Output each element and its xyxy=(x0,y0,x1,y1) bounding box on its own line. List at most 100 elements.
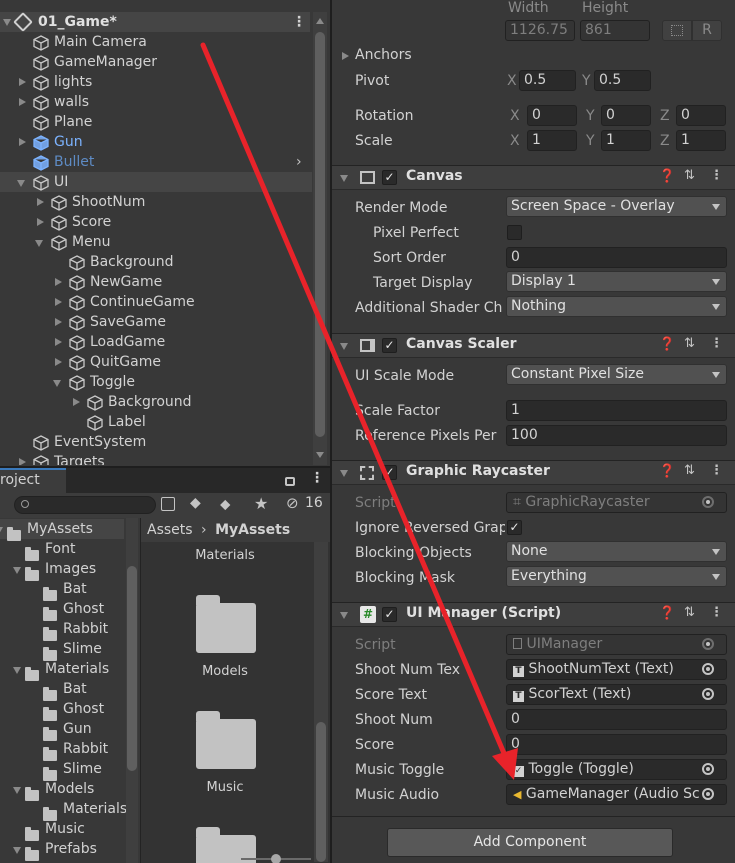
height-field[interactable]: 861 xyxy=(580,20,650,41)
scale-y-field[interactable]: 1 xyxy=(601,130,651,151)
canvas-enabled-checkbox[interactable]: ✓ xyxy=(382,170,397,185)
hierarchy-item[interactable]: Targets xyxy=(0,452,312,465)
project-folder-item[interactable]: Materials xyxy=(0,799,127,821)
breadcrumb-myassets[interactable]: MyAssets xyxy=(215,522,290,538)
scroll-up-icon[interactable] xyxy=(316,18,324,24)
hierarchy-item[interactable]: Gun xyxy=(0,132,312,152)
slider-knob[interactable] xyxy=(271,854,281,863)
pixel-perfect-checkbox[interactable] xyxy=(507,225,522,240)
tree-scroll-thumb[interactable] xyxy=(127,566,137,771)
search-field[interactable] xyxy=(33,498,151,512)
scene-collapse-icon[interactable] xyxy=(3,19,11,26)
hierarchy-item[interactable]: Bullet › xyxy=(0,152,312,172)
hierarchy-item[interactable]: Main Camera xyxy=(0,32,312,52)
blueprint-mode-button[interactable] xyxy=(662,20,692,41)
uimanager-enabled-checkbox[interactable]: ✓ xyxy=(382,607,397,622)
expand-icon[interactable] xyxy=(19,138,26,146)
grid-item-label[interactable]: Music xyxy=(141,780,309,795)
expand-icon[interactable] xyxy=(37,198,44,206)
collapse-icon[interactable] xyxy=(13,787,21,794)
project-folder-item[interactable]: Ghost xyxy=(0,599,124,621)
scaler-enabled-checkbox[interactable]: ✓ xyxy=(382,338,397,353)
raycaster-header[interactable]: ✓ Graphic Raycaster ❓ ⇅ ⋮ xyxy=(332,460,735,485)
presets-icon[interactable]: ⇅ xyxy=(684,463,695,478)
collapse-icon[interactable] xyxy=(13,567,21,574)
hierarchy-item[interactable]: GameManager xyxy=(0,52,312,72)
help-icon[interactable]: ❓ xyxy=(659,606,675,621)
presets-icon[interactable]: ⇅ xyxy=(684,336,695,351)
hierarchy-item[interactable]: Label xyxy=(0,412,312,432)
folder-icon[interactable] xyxy=(196,595,256,653)
canvas-scaler-header[interactable]: ✓ Canvas Scaler ❓ ⇅ ⋮ xyxy=(332,333,735,358)
hierarchy-item[interactable]: Score xyxy=(0,212,312,232)
hidden-packages-icon[interactable]: ⊘ xyxy=(286,494,299,512)
render-mode-dropdown[interactable]: Screen Space - Overlay xyxy=(506,196,727,217)
search-input[interactable] xyxy=(14,496,156,514)
canvas-component-header[interactable]: ✓ Canvas ❓ ⇅ ⋮ xyxy=(332,165,735,190)
hierarchy-scrollbar[interactable] xyxy=(313,12,327,465)
expand-icon[interactable] xyxy=(19,98,26,106)
grid-item-label[interactable]: Materials xyxy=(141,548,309,563)
component-menu-icon[interactable]: ⋮ xyxy=(710,463,723,478)
rotation-x-field[interactable]: 0 xyxy=(527,105,577,126)
scroll-down-icon[interactable] xyxy=(316,452,324,458)
project-folder-item[interactable]: Materials xyxy=(0,659,124,681)
canvas-foldout-icon[interactable] xyxy=(340,175,348,182)
collapse-icon[interactable] xyxy=(53,380,61,387)
pivot-x-field[interactable]: 0.5 xyxy=(519,70,576,91)
grid-item-label[interactable]: Models xyxy=(141,664,309,679)
scene-menu-icon[interactable]: ⋮ xyxy=(292,12,306,32)
presets-icon[interactable]: ⇅ xyxy=(684,168,695,183)
component-menu-icon[interactable]: ⋮ xyxy=(710,605,723,620)
project-folder-item[interactable]: Bat xyxy=(0,579,124,601)
object-picker-icon[interactable] xyxy=(702,763,714,775)
hierarchy-item[interactable]: QuitGame xyxy=(0,352,312,372)
raycaster-enabled-checkbox[interactable]: ✓ xyxy=(382,465,397,480)
raycaster-foldout-icon[interactable] xyxy=(340,470,348,477)
expand-icon[interactable] xyxy=(37,218,44,226)
presets-icon[interactable]: ⇅ xyxy=(684,605,695,620)
expand-icon[interactable] xyxy=(55,358,62,366)
uimanager-foldout-icon[interactable] xyxy=(340,612,348,619)
help-icon[interactable]: ❓ xyxy=(659,169,675,184)
rotation-z-field[interactable]: 0 xyxy=(676,105,726,126)
content-scroll-thumb[interactable] xyxy=(316,722,326,862)
expand-icon[interactable] xyxy=(55,318,62,326)
music-audio-field[interactable]: ◀ GameManager (Audio Sc xyxy=(506,784,727,805)
project-folder-item[interactable]: Prefabs xyxy=(0,839,124,861)
project-folder-item[interactable]: Rabbit xyxy=(0,619,124,641)
shader-channels-dropdown[interactable]: Nothing xyxy=(506,296,727,317)
component-menu-icon[interactable]: ⋮ xyxy=(710,336,723,351)
hierarchy-item[interactable]: SaveGame xyxy=(0,312,312,332)
ui-scale-mode-dropdown[interactable]: Constant Pixel Size xyxy=(506,364,727,385)
shoot-num-field[interactable]: 0 xyxy=(506,709,727,730)
scaler-foldout-icon[interactable] xyxy=(340,343,348,350)
scale-factor-field[interactable]: 1 xyxy=(506,400,727,421)
project-folder-item[interactable]: Font xyxy=(0,539,124,561)
hierarchy-item[interactable]: Background xyxy=(0,392,312,412)
expand-icon[interactable] xyxy=(73,398,80,406)
hierarchy-item[interactable]: LoadGame xyxy=(0,332,312,352)
score-text-field[interactable]: T ScorText (Text) xyxy=(506,684,727,705)
breadcrumb-assets[interactable]: Assets xyxy=(147,522,193,538)
target-display-dropdown[interactable]: Display 1 xyxy=(506,271,727,292)
width-field[interactable]: 1126.75 xyxy=(505,20,575,41)
help-icon[interactable]: ❓ xyxy=(659,464,675,479)
object-picker-icon[interactable] xyxy=(702,788,714,800)
blocking-mask-dropdown[interactable]: Everything xyxy=(506,566,727,587)
scale-z-field[interactable]: 1 xyxy=(676,130,726,151)
project-menu-icon[interactable]: ⋮ xyxy=(310,470,324,486)
uimanager-header[interactable]: # ✓ UI Manager (Script) ❓ ⇅ ⋮ xyxy=(332,602,735,627)
filter-by-label-icon[interactable]: ⬥ xyxy=(220,495,231,513)
project-folder-item[interactable]: MyAssets xyxy=(0,519,124,541)
hierarchy-item[interactable]: EventSystem xyxy=(0,432,312,452)
object-picker-icon[interactable] xyxy=(702,663,714,675)
expand-icon[interactable] xyxy=(19,78,26,86)
rotation-y-field[interactable]: 0 xyxy=(601,105,651,126)
project-folder-item[interactable]: Images xyxy=(0,559,124,581)
collapse-icon[interactable] xyxy=(13,667,21,674)
project-folder-item[interactable]: Bat xyxy=(0,679,124,701)
hierarchy-item[interactable]: Plane xyxy=(0,112,312,132)
project-folder-item[interactable]: Ghost xyxy=(0,699,124,721)
filter-by-type-icon[interactable]: ◆ xyxy=(190,495,201,511)
